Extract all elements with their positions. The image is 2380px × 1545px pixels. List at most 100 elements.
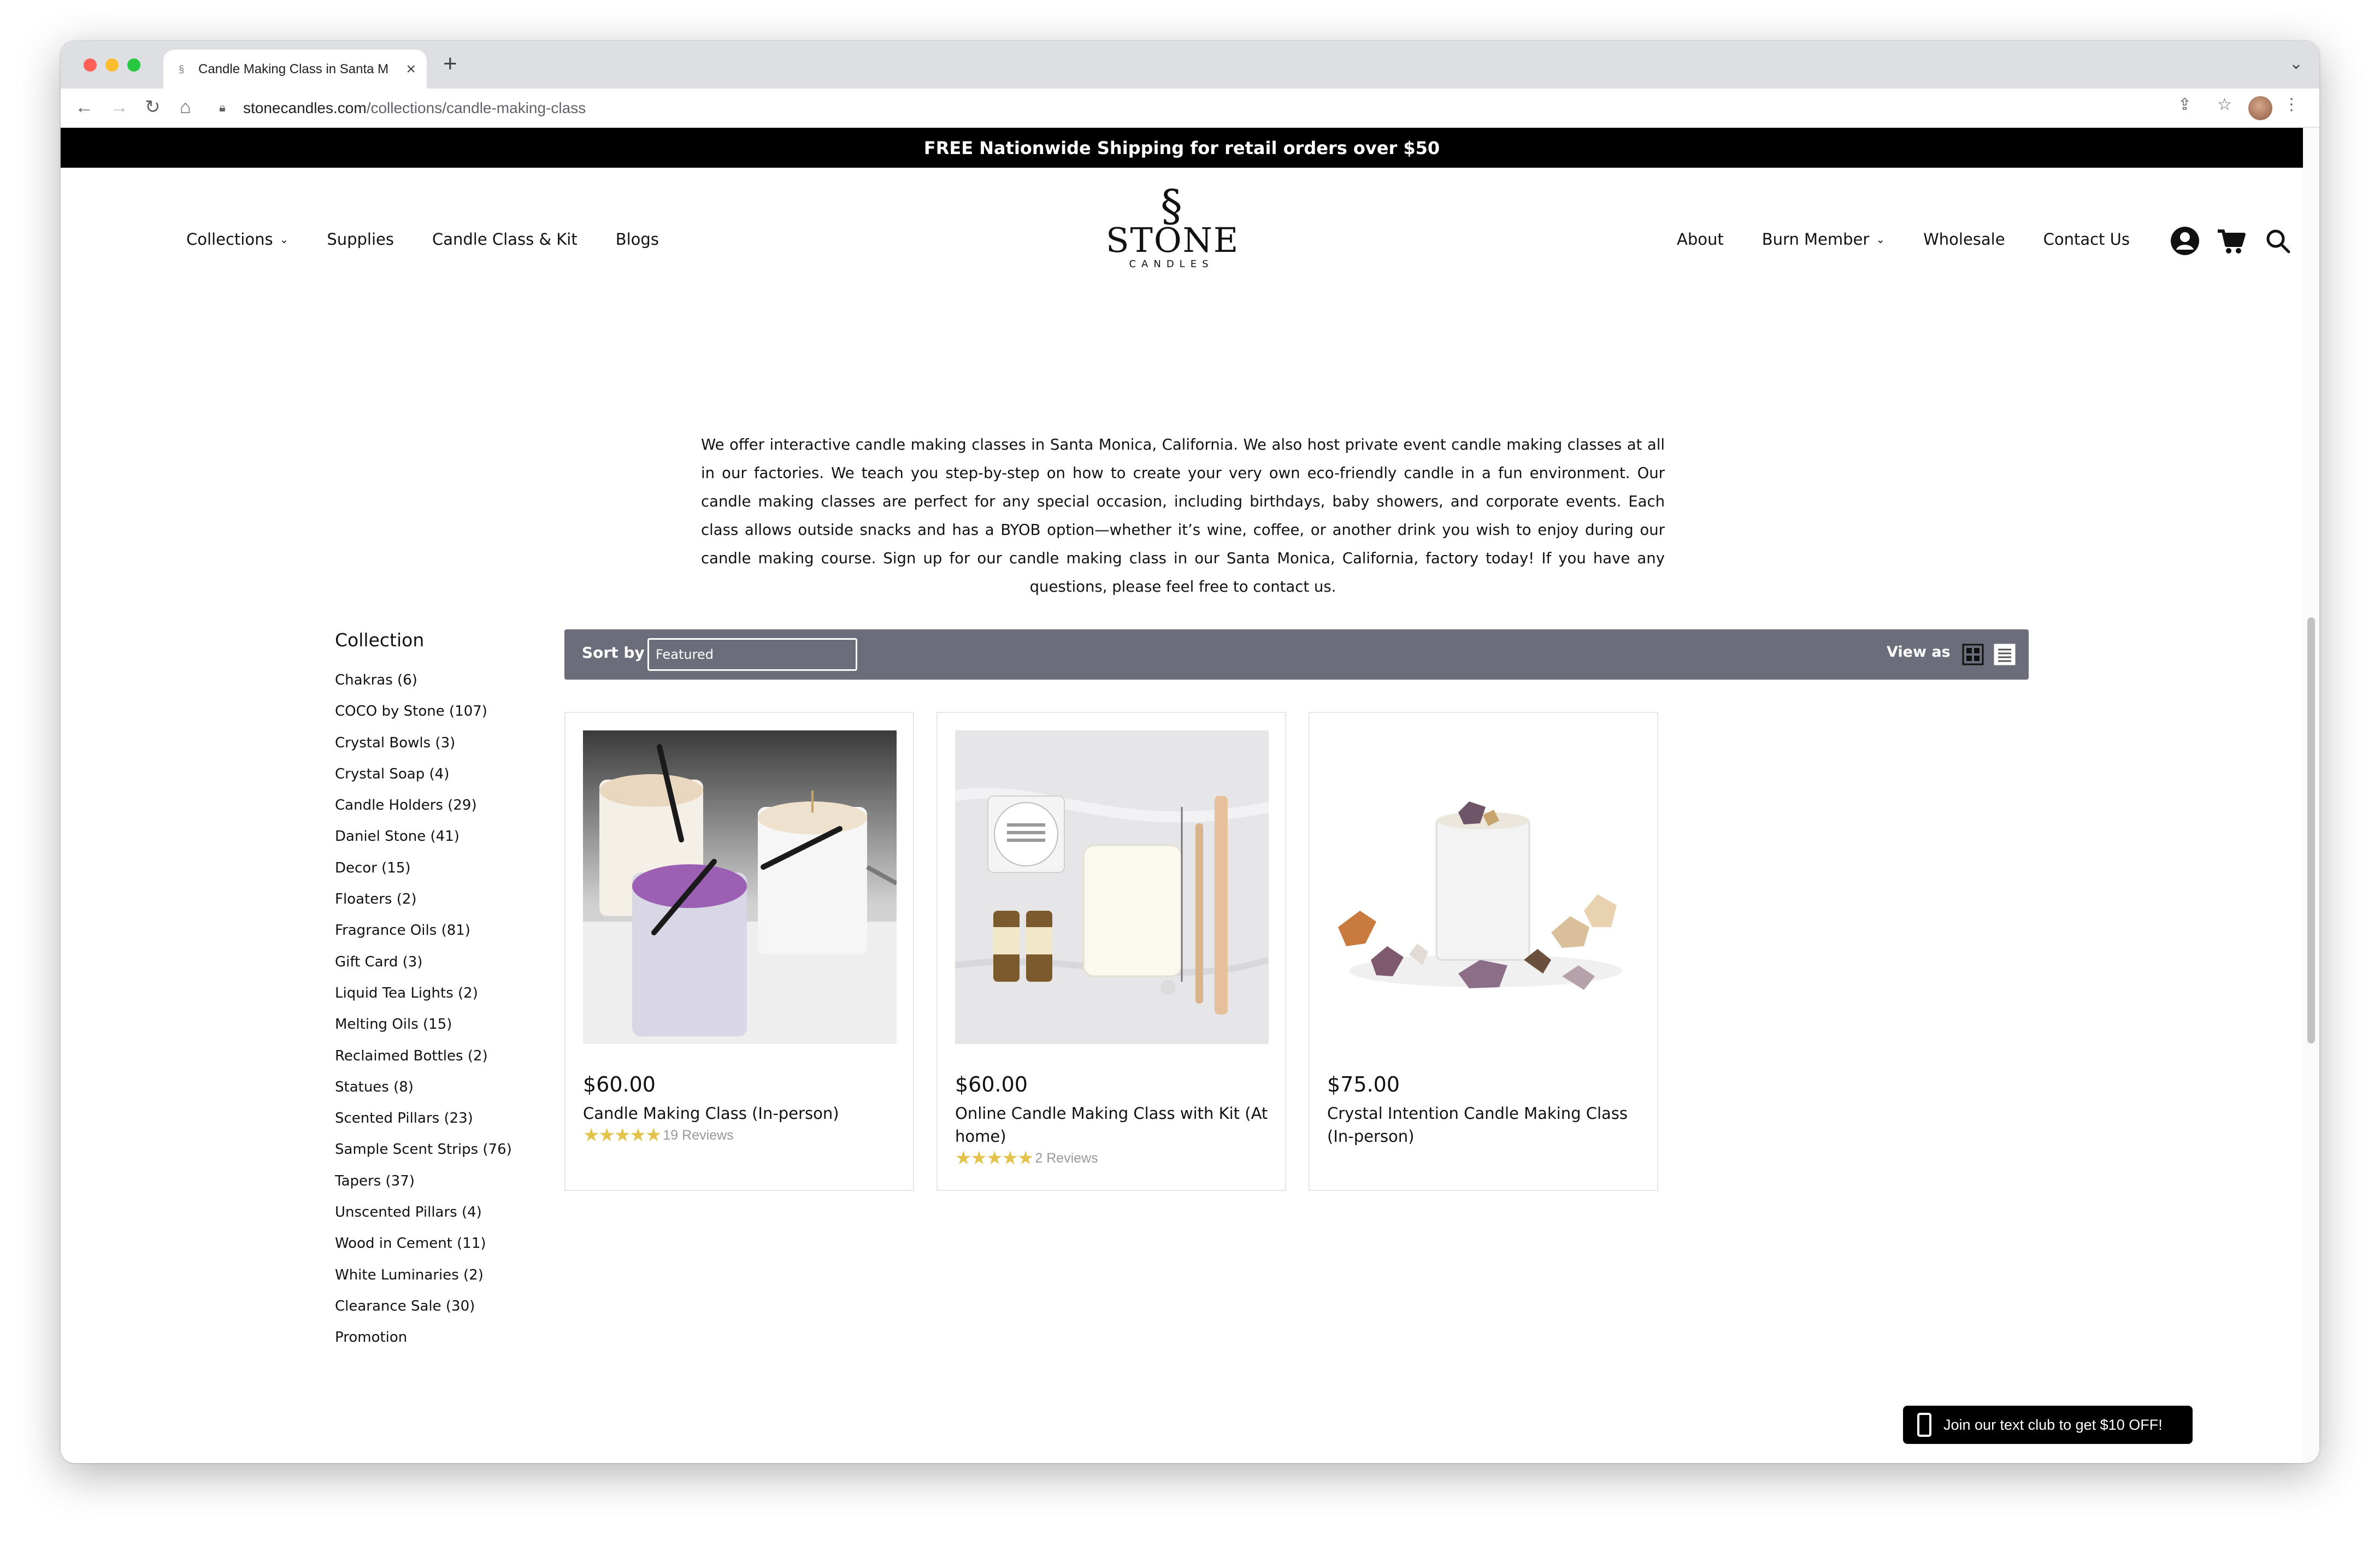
product-title[interactable]: Candle Making Class (In-person) bbox=[583, 1102, 900, 1125]
sidebar-item-sample-scent-strips[interactable]: Sample Scent Strips (76) bbox=[335, 1139, 564, 1170]
sidebar-item-coco-by-stone[interactable]: COCO by Stone (107) bbox=[335, 700, 564, 732]
product-image-candle-class[interactable] bbox=[583, 730, 897, 1044]
nav-burn-member[interactable]: Burn Member ⌄ bbox=[1762, 230, 1885, 249]
forward-arrow-icon[interactable]: → bbox=[110, 96, 128, 118]
nav-candle-class-kit[interactable]: Candle Class & Kit bbox=[432, 230, 578, 249]
text-club-button[interactable]: Join our text club to get $10 OFF! bbox=[1903, 1406, 2193, 1444]
close-window-button[interactable] bbox=[84, 58, 97, 72]
sidebar-item-statues[interactable]: Statues (8) bbox=[335, 1076, 564, 1107]
sidebar-item-clearance-sale[interactable]: Clearance Sale (30) bbox=[335, 1295, 564, 1326]
grid-view-icon[interactable] bbox=[1961, 642, 1985, 667]
bookmark-star-icon[interactable]: ☆ bbox=[2217, 95, 2232, 114]
five-star-rating-icon: ★★★★★ bbox=[583, 1125, 662, 1146]
product-rating[interactable]: ★★★★★ 2 Reviews bbox=[955, 1149, 1098, 1167]
lock-icon: 🔒︎ bbox=[219, 101, 226, 114]
primary-nav-left: Collections ⌄ Supplies Candle Class & Ki… bbox=[186, 230, 697, 249]
sort-label: Sort by bbox=[582, 644, 645, 662]
sidebar-title: Collection bbox=[335, 629, 425, 651]
sidebar-item-crystal-soap[interactable]: Crystal Soap (4) bbox=[335, 763, 564, 794]
sidebar-item-daniel-stone[interactable]: Daniel Stone (41) bbox=[335, 825, 564, 857]
new-tab-icon[interactable]: + bbox=[443, 52, 457, 76]
back-arrow-icon[interactable]: ← bbox=[75, 96, 93, 118]
sidebar-item-melting-oils[interactable]: Melting Oils (15) bbox=[335, 1013, 564, 1045]
reload-icon[interactable]: ↻ bbox=[145, 96, 161, 118]
review-count: 2 Reviews bbox=[1035, 1150, 1098, 1166]
minimize-window-button[interactable] bbox=[105, 58, 119, 72]
nav-supplies[interactable]: Supplies bbox=[327, 230, 394, 249]
product-price: $75.00 bbox=[1327, 1072, 1400, 1096]
review-count: 19 Reviews bbox=[663, 1127, 734, 1143]
phone-icon bbox=[1917, 1413, 1931, 1437]
sidebar-item-decor[interactable]: Decor (15) bbox=[335, 857, 564, 888]
text-club-label: Join our text club to get $10 OFF! bbox=[1943, 1416, 2163, 1433]
browser-window: § Candle Making Class in Santa M × + ⌄ ←… bbox=[61, 41, 2319, 1463]
product-image-online-kit[interactable] bbox=[955, 730, 1269, 1044]
tab-close-icon[interactable]: × bbox=[406, 60, 416, 79]
page-scrollbar-thumb[interactable] bbox=[2307, 617, 2315, 1043]
sidebar-item-promotion[interactable]: Promotion bbox=[335, 1326, 564, 1358]
sidebar-item-liquid-tea-lights[interactable]: Liquid Tea Lights (2) bbox=[335, 982, 564, 1013]
sidebar-item-crystal-bowls[interactable]: Crystal Bowls (3) bbox=[335, 732, 564, 763]
cart-icon[interactable] bbox=[2216, 226, 2246, 256]
sidebar-item-tapers[interactable]: Tapers (37) bbox=[335, 1170, 564, 1201]
site-header: Collections ⌄ Supplies Candle Class & Ki… bbox=[61, 168, 2303, 299]
browser-menu-icon[interactable]: ⋮ bbox=[2283, 95, 2300, 114]
profile-avatar[interactable] bbox=[2248, 96, 2272, 120]
collection-list: Chakras (6) COCO by Stone (107) Crystal … bbox=[335, 669, 564, 1358]
sidebar-item-white-luminaries[interactable]: White Luminaries (2) bbox=[335, 1264, 564, 1295]
nav-collections-label: Collections bbox=[186, 230, 273, 249]
share-icon[interactable]: ⇪ bbox=[2178, 95, 2192, 114]
site-logo[interactable]: § STONE CANDLES bbox=[1106, 180, 1240, 270]
five-star-rating-icon: ★★★★★ bbox=[955, 1148, 1034, 1169]
url-path: /collections/candle-making-class bbox=[366, 99, 586, 116]
product-price: $60.00 bbox=[583, 1072, 656, 1096]
nav-collections[interactable]: Collections ⌄ bbox=[186, 230, 288, 249]
nav-wholesale[interactable]: Wholesale bbox=[1923, 230, 2005, 249]
sidebar-item-chakras[interactable]: Chakras (6) bbox=[335, 669, 564, 700]
url-host: stonecandles.com bbox=[243, 99, 367, 116]
product-card[interactable]: $60.00 Online Candle Making Class with K… bbox=[936, 712, 1286, 1191]
sort-select[interactable]: Featured bbox=[647, 638, 857, 671]
sidebar-item-floaters[interactable]: Floaters (2) bbox=[335, 888, 564, 919]
account-icon[interactable] bbox=[2170, 226, 2200, 256]
sidebar-item-candle-holders[interactable]: Candle Holders (29) bbox=[335, 794, 564, 825]
browser-tab[interactable]: § Candle Making Class in Santa M × bbox=[163, 50, 427, 89]
product-title[interactable]: Crystal Intention Candle Making Class (I… bbox=[1327, 1102, 1644, 1148]
tab-bar: § Candle Making Class in Santa M × + ⌄ bbox=[61, 41, 2319, 89]
browser-toolbar: ← → ↻ ⌂ 🔒︎ stonecandles.com /collections… bbox=[61, 89, 2319, 128]
tab-menu-chevron-icon[interactable]: ⌄ bbox=[2289, 54, 2303, 73]
product-title[interactable]: Online Candle Making Class with Kit (At … bbox=[955, 1102, 1272, 1148]
collection-sidebar: Collection Chakras (6) COCO by Stone (10… bbox=[335, 629, 564, 1358]
maximize-window-button[interactable] bbox=[127, 58, 140, 72]
search-icon[interactable] bbox=[2263, 226, 2293, 256]
favicon-icon: § bbox=[178, 63, 184, 75]
product-rating[interactable]: ★★★★★ 19 Reviews bbox=[583, 1126, 734, 1145]
sort-toolbar: Sort by Featured View as bbox=[564, 629, 2029, 680]
chevron-down-icon: ⌄ bbox=[279, 233, 289, 246]
sidebar-item-gift-card[interactable]: Gift Card (3) bbox=[335, 951, 564, 982]
web-page: FREE Nationwide Shipping for retail orde… bbox=[61, 128, 2303, 1463]
address-bar[interactable]: 🔒︎ stonecandles.com /collections/candle-… bbox=[219, 93, 2230, 123]
nav-contact-us[interactable]: Contact Us bbox=[2043, 230, 2130, 249]
logo-wordmark: STONE bbox=[1106, 220, 1240, 260]
nav-blogs[interactable]: Blogs bbox=[616, 230, 659, 249]
product-price: $60.00 bbox=[955, 1072, 1028, 1096]
flame-icon: § bbox=[1160, 180, 1182, 231]
sidebar-item-unscented-pillars[interactable]: Unscented Pillars (4) bbox=[335, 1201, 564, 1233]
product-card[interactable]: $60.00 Candle Making Class (In-person) ★… bbox=[564, 712, 914, 1191]
product-card[interactable]: $75.00 Crystal Intention Candle Making C… bbox=[1309, 712, 1658, 1191]
logo-subtitle: CANDLES bbox=[1129, 258, 1214, 270]
product-image-crystal-candle[interactable] bbox=[1327, 730, 1641, 1044]
primary-nav-right: About Burn Member ⌄ Wholesale Contact Us bbox=[1677, 230, 2130, 249]
sidebar-item-scented-pillars[interactable]: Scented Pillars (23) bbox=[335, 1107, 564, 1139]
view-as-label: View as bbox=[1887, 644, 1951, 661]
chevron-down-icon: ⌄ bbox=[1876, 233, 1886, 246]
nav-burn-member-label: Burn Member bbox=[1762, 230, 1870, 249]
sidebar-item-fragrance-oils[interactable]: Fragrance Oils (81) bbox=[335, 919, 564, 951]
home-icon[interactable]: ⌂ bbox=[180, 96, 191, 118]
sidebar-item-wood-in-cement[interactable]: Wood in Cement (11) bbox=[335, 1233, 564, 1264]
list-view-icon[interactable] bbox=[1993, 642, 2017, 667]
nav-about[interactable]: About bbox=[1677, 230, 1724, 249]
sidebar-item-reclaimed-bottles[interactable]: Reclaimed Bottles (2) bbox=[335, 1045, 564, 1076]
tab-title: Candle Making Class in Santa M bbox=[198, 61, 389, 76]
